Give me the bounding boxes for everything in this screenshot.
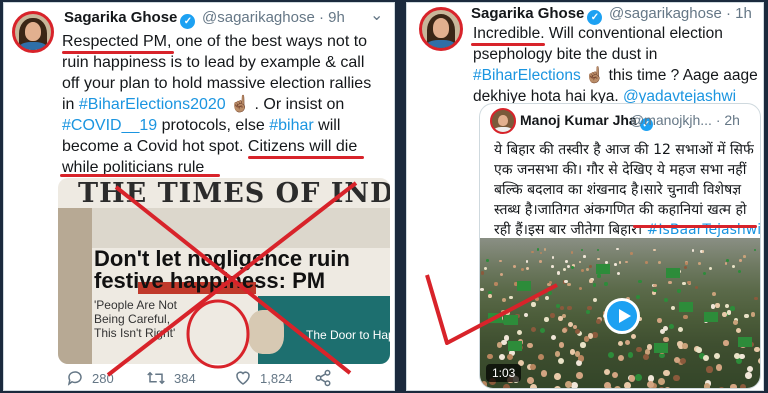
author-name[interactable]: Sagarika Ghose ✓ (64, 9, 196, 29)
newspaper-image[interactable]: THE TIMES OF INDI Don't let negligence r… (58, 178, 390, 364)
author-handle[interactable]: @sagarikaghose · 1h (609, 5, 752, 22)
tweet-line-4: in #BiharElections2020 ☝🏽 . Or insist on (62, 96, 345, 113)
hashtag-bihar-elections[interactable]: #BiharElections (473, 67, 581, 84)
quoted-author-handle[interactable]: @manojkjh... · 2h (630, 112, 740, 128)
like-button[interactable]: 1,824 (234, 369, 293, 387)
reply-button[interactable]: 280 (66, 369, 114, 387)
hashtag-bihar[interactable]: #bihar (269, 117, 313, 134)
newspaper-masthead: THE TIMES OF INDI (78, 178, 390, 209)
quoted-tweet-card[interactable]: Manoj Kumar Jha ✓ @manojkjh... · 2h ये बि… (479, 103, 761, 389)
tweet-line-3: #BiharElections ☝🏽 this time ? Aage aage (473, 67, 758, 84)
video-duration: 1:03 (486, 364, 522, 382)
underline-while-politicians-rule (60, 174, 220, 177)
play-icon[interactable] (604, 298, 640, 334)
newspaper-pm-photo (248, 310, 284, 354)
author-handle[interactable]: @sagarikaghose · 9h (202, 9, 345, 26)
like-count: 1,824 (260, 371, 293, 386)
reply-count: 280 (92, 371, 114, 386)
retweet-button[interactable]: 384 (146, 369, 196, 387)
sagarika-avatar[interactable] (12, 11, 54, 53)
tweet-line-2: psephology bite the dust in (473, 46, 658, 63)
tweet-line-1: Respected PM, one of the best ways not t… (62, 33, 368, 50)
left-tweet-panel: Sagarika Ghose ✓ @sagarikaghose · 9h ⌄ Re… (3, 2, 395, 391)
share-icon (315, 369, 331, 387)
right-tweet-panel: Sagarika Ghose ✓ @sagarikaghose · 1h Incr… (406, 2, 764, 391)
retweet-icon (147, 371, 165, 385)
hashtag-bihar-elections-2020[interactable]: #BiharElections2020 (79, 96, 226, 113)
tweet-actions: 280 384 1,824 (62, 367, 392, 389)
newspaper-ad-text: The Door to Happin (306, 328, 390, 342)
heart-icon (236, 371, 250, 385)
more-options-icon[interactable]: ⌄ (370, 5, 383, 25)
tweet-body: Incredible. Will conventional election p… (473, 23, 758, 107)
tweet-line-5: #COVID__19 protocols, else #bihar will (62, 117, 341, 134)
sagarika-avatar[interactable] (419, 7, 463, 51)
rally-video[interactable]: 1:03 (480, 238, 760, 388)
tweet-line-1: Incredible. Will conventional election (473, 25, 723, 42)
tweet-line-6: become a Covid hot spot. Citizens will d… (62, 138, 358, 155)
newspaper-side-photo (58, 208, 92, 364)
tweet-line-3: off your plan to hold massive election r… (62, 75, 372, 92)
reply-icon (67, 371, 82, 386)
newspaper-quote: 'People Are Not Being Careful, This Isn'… (94, 298, 178, 340)
tweet-line-2: ruin happiness is to lead by example & c… (62, 54, 365, 71)
underline-respected-pm (62, 51, 174, 54)
underline-citizens-will-die (248, 156, 364, 159)
underline-incredible (471, 43, 545, 46)
newspaper-top-strip (58, 208, 390, 248)
share-button[interactable] (314, 369, 340, 387)
verified-badge-icon: ✓ (180, 14, 196, 29)
manoj-avatar[interactable] (490, 108, 516, 134)
retweet-count: 384 (174, 371, 196, 386)
tweet-time[interactable]: · 9h (319, 9, 345, 26)
underline-isbaartejashwi (633, 225, 757, 228)
hashtag-covid-19[interactable]: #COVID__19 (62, 117, 157, 134)
tweet-time[interactable]: · 1h (726, 5, 752, 22)
author-name[interactable]: Sagarika Ghose ✓ (471, 5, 603, 25)
newspaper-headline: Don't let negligence ruin festive happin… (94, 246, 350, 293)
